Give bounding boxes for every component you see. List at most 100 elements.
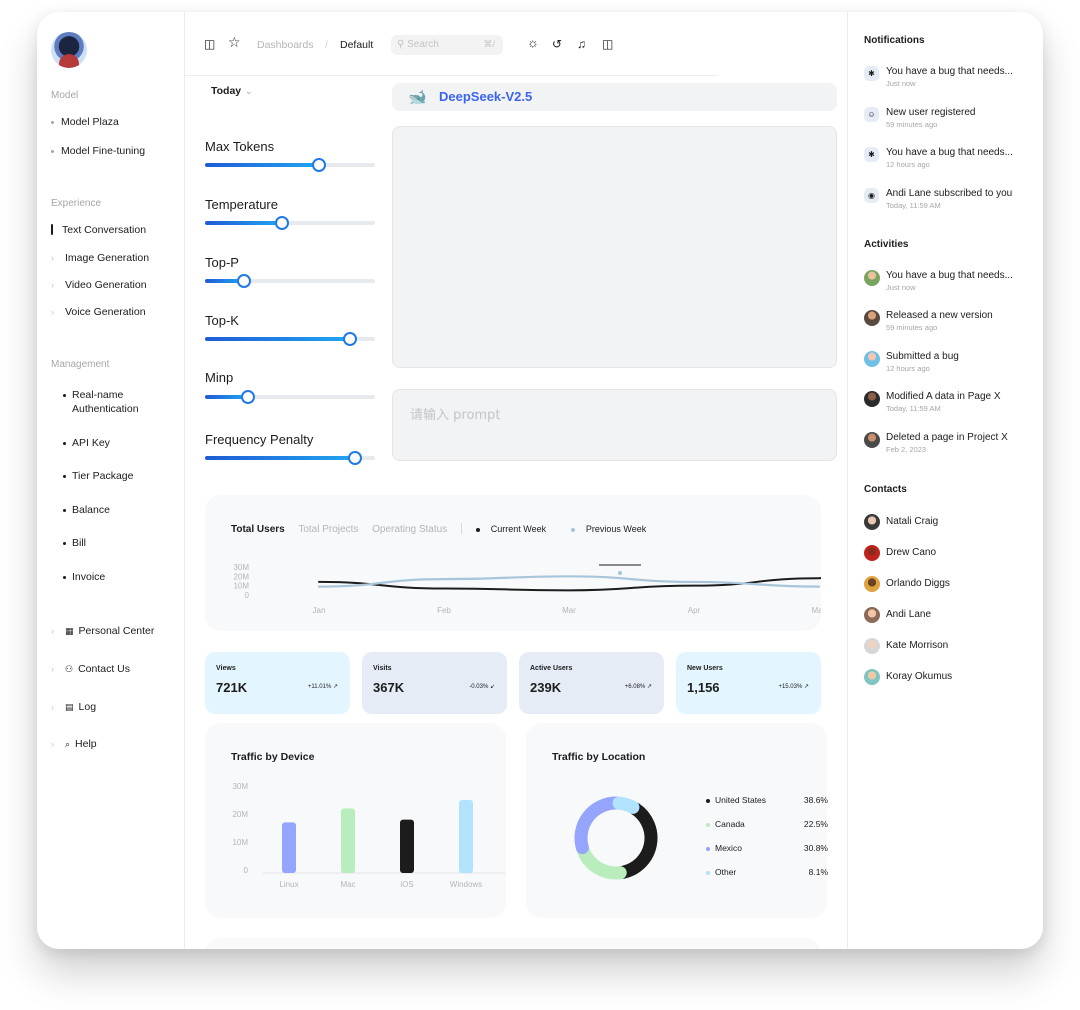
sidebar-item-label: Personal Center	[78, 625, 155, 637]
activity-text: Released a new version	[886, 310, 993, 321]
sidebar-item-label: Voice Generation	[65, 306, 146, 318]
sidebar-item-label: Model Plaza	[61, 116, 119, 128]
section-label-management: Management	[51, 359, 110, 370]
panel-toggle-icon[interactable]: ◫	[602, 38, 613, 50]
sidebar-item-real-name-auth[interactable]: Real-name Authentication	[63, 388, 139, 416]
location-row: Other 8.1%	[706, 867, 828, 877]
sidebar-item-invoice[interactable]: Invoice	[63, 570, 105, 584]
sun-icon[interactable]: ☼	[527, 36, 539, 49]
sidebar-item-image-generation[interactable]: › Image Generation	[51, 252, 149, 264]
stat-change: +11.01% ↗	[308, 683, 338, 690]
sidebar-item-model-plaza[interactable]: Model Plaza	[51, 116, 119, 128]
stat-title: Visits	[373, 665, 392, 672]
stat-card-active-users[interactable]: Active Users 239K +6.08% ↗	[519, 652, 664, 714]
slider-handle[interactable]	[311, 158, 326, 172]
stat-title: Active Users	[530, 665, 573, 672]
slider-handle[interactable]	[347, 451, 362, 465]
user-avatar[interactable]	[51, 32, 87, 68]
sidebar-item-label: Real-name	[72, 389, 124, 401]
sidebar-item-text-conversation[interactable]: Text Conversation	[51, 224, 146, 236]
slider-label-max-tokens: Max Tokens	[205, 139, 275, 154]
slice-other	[612, 796, 640, 814]
sidebar-item-tier-package[interactable]: Tier Package	[63, 469, 133, 483]
bullet-icon	[63, 575, 66, 579]
avatar	[864, 514, 880, 530]
search-input[interactable]: ⚲ Search ⌘/	[391, 35, 503, 55]
slider-top-p[interactable]	[205, 274, 375, 288]
search-icon: ⚲	[397, 39, 408, 50]
slider-handle[interactable]	[237, 274, 252, 288]
slider-handle[interactable]	[342, 332, 357, 346]
sidebar-item-balance[interactable]: Balance	[63, 503, 110, 517]
model-selector[interactable]: 🐋 DeepSeek-V2.5	[392, 83, 837, 111]
stat-card-visits[interactable]: Visits 367K -0.03% ↙	[362, 652, 507, 714]
stat-title: Views	[216, 665, 236, 672]
slider-frequency-penalty[interactable]	[205, 451, 375, 465]
sidebar-item-api-key[interactable]: API Key	[63, 436, 110, 450]
users-line-chart: 010M20M30M Jan Feb Mar Apr May	[233, 563, 821, 615]
sidebar-item-video-generation[interactable]: › Video Generation	[51, 279, 147, 291]
stat-change-value: +15.03%	[778, 684, 803, 690]
series-projection-line	[818, 576, 821, 580]
location-name: Mexico	[715, 843, 742, 853]
slice-mexico	[574, 796, 623, 855]
slider-label-top-k: Top-K	[205, 313, 239, 328]
slider-handle[interactable]	[240, 390, 255, 404]
sidebar-item-voice-generation[interactable]: › Voice Generation	[51, 306, 146, 318]
breadcrumb-current[interactable]: Default	[340, 39, 373, 51]
breadcrumb-separator: /	[325, 39, 328, 51]
prompt-input[interactable]: 请输入 prompt	[392, 389, 837, 461]
stat-card-new-users[interactable]: New Users 1,156 +15.03% ↗	[676, 652, 821, 714]
slider-fill	[205, 337, 350, 341]
sidebar-item-log[interactable]: › ▤ Log	[51, 701, 96, 713]
sidebar-item-contact-us[interactable]: › ⚇ Contact Us	[51, 663, 130, 675]
location-name: Other	[715, 867, 737, 877]
location-pct: 22.5%	[803, 819, 828, 829]
chevron-right-icon: ›	[51, 626, 54, 636]
sidebar-item-label: Image Generation	[65, 252, 150, 264]
sidebar-item-label: Model Fine-tuning	[61, 145, 146, 157]
stat-card-views[interactable]: Views 721K +11.01% ↗	[205, 652, 350, 714]
period-select[interactable]: Today ⌄	[211, 85, 253, 97]
breadcrumb-root[interactable]: Dashboards	[257, 39, 314, 51]
activity-time: Just now	[886, 283, 916, 292]
notification-text: Andi Lane subscribed to you	[886, 188, 1013, 199]
legend-dot	[706, 870, 710, 875]
y-tick-label: 30M	[233, 563, 249, 572]
sidebar-item-model-fine-tuning[interactable]: Model Fine-tuning	[51, 145, 145, 157]
sidebar-item-help[interactable]: › ⌕ Help	[51, 738, 97, 750]
y-tick-label: 10M	[232, 838, 248, 847]
bullet-icon	[63, 508, 66, 512]
slider-minp[interactable]	[205, 390, 375, 404]
sidebar-item-personal-center[interactable]: › ▦ Personal Center	[51, 625, 154, 637]
chevron-right-icon: ›	[51, 253, 54, 263]
sidebar-toggle-icon[interactable]: ◫	[204, 38, 215, 50]
device-bar-chart: 0 10M 20M 30M Linux Mac iOS Windows	[232, 782, 505, 889]
slider-temperature[interactable]	[205, 216, 375, 230]
bell-icon[interactable]: ♫	[577, 38, 586, 50]
stat-value: 721K	[216, 680, 248, 695]
chevron-right-icon: ›	[51, 739, 54, 749]
stat-change: -0.03% ↙	[469, 683, 495, 690]
stat-value: 1,156	[687, 680, 720, 695]
sidebar-item-bill[interactable]: Bill	[63, 536, 86, 550]
slider-label-temperature: Temperature	[205, 197, 278, 212]
bar-linux	[282, 822, 296, 873]
stat-value: 367K	[373, 680, 405, 695]
activity-time: Feb 2, 2023	[886, 445, 927, 454]
activity-text: Submitted a bug	[886, 351, 959, 362]
bullet-icon	[63, 441, 66, 445]
location-row: Canada 22.5%	[706, 819, 828, 829]
x-tick-label: Feb	[437, 606, 451, 615]
slider-handle[interactable]	[274, 216, 289, 230]
notification-time: 59 minutes ago	[886, 120, 938, 129]
avatar	[864, 351, 880, 367]
notifications-title: Notifications	[864, 35, 925, 46]
bullet-icon	[63, 541, 66, 545]
star-icon[interactable]: ☆	[228, 35, 241, 49]
history-icon[interactable]: ↺	[552, 38, 562, 50]
slider-max-tokens[interactable]	[205, 158, 375, 172]
bullet-icon	[63, 393, 66, 397]
bullet-icon	[51, 120, 54, 124]
slider-top-k[interactable]	[205, 332, 375, 346]
